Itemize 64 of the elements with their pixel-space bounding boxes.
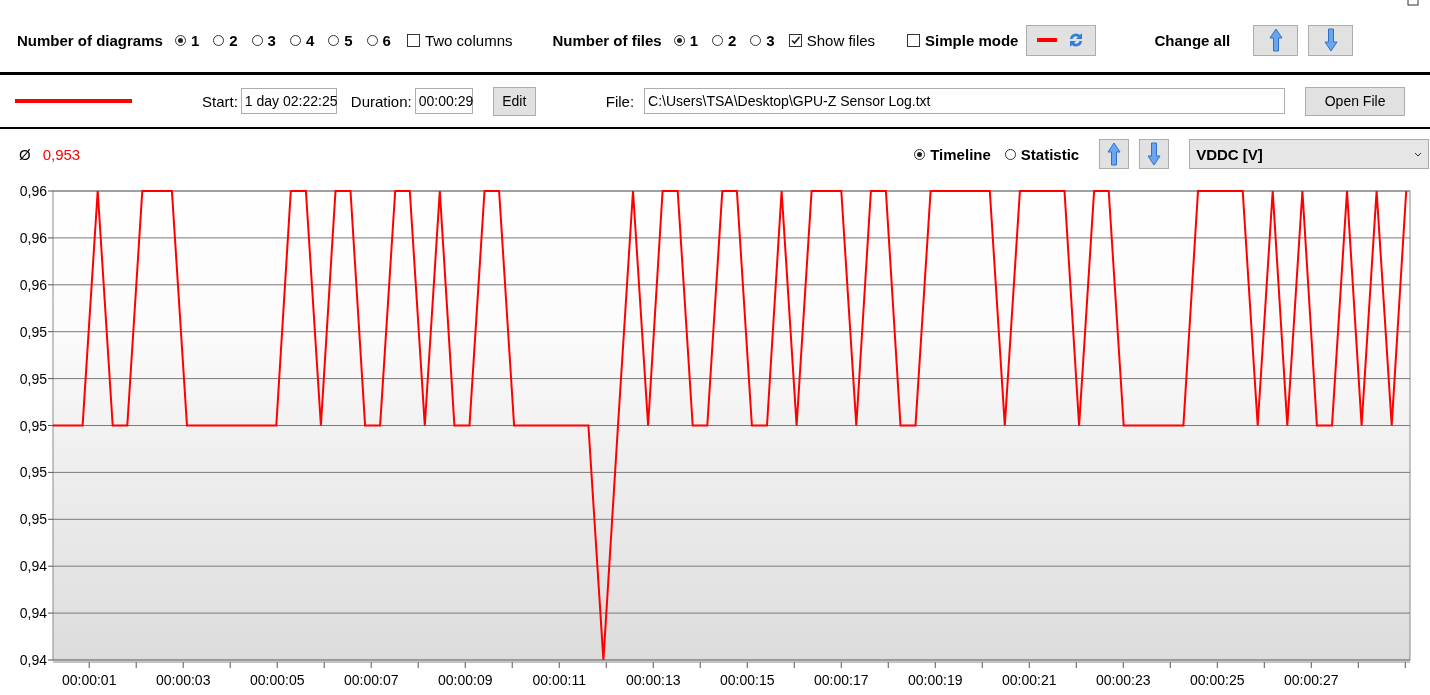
up-arrow-icon [1268,28,1283,52]
files-label: Number of files [552,31,662,49]
change-all-label: Change all [1154,31,1231,49]
start-label: Start: [202,92,238,110]
up-arrow-icon [1107,142,1122,166]
move-down-button[interactable] [1139,139,1170,169]
y-axis-label: 0,94 [19,652,47,668]
x-axis-label: 00:00:09 [437,672,493,688]
x-axis-label: 00:00:03 [155,672,211,688]
file-path-field[interactable]: C:\Users\TSA\Desktop\GPU-Z Sensor Log.txt [644,88,1286,114]
radio-option[interactable]: 1 [673,31,698,49]
y-axis-label: 0,95 [19,511,47,528]
x-axis-label: 00:00:23 [1096,672,1151,688]
checkbox[interactable]: Show files [788,31,876,49]
y-axis-label: 0,95 [19,464,47,481]
y-axis-label: 0,94 [19,558,47,575]
edit-button[interactable]: Edit [492,86,536,116]
radio-option[interactable]: 2 [712,31,737,49]
y-axis-label: 0,95 [19,323,47,340]
radio-option[interactable]: 2 [213,31,238,49]
y-axis-label: 0,95 [19,417,47,434]
x-axis-label: 00:00:07 [343,672,399,688]
radio-option[interactable]: 1 [174,31,200,49]
channel-dropdown[interactable]: VDDC [V] [1189,139,1430,169]
average-value: 0,953 [42,145,81,163]
checkbox[interactable]: Simple mode [907,31,1019,49]
x-axis-label: 00:00:01 [61,672,117,688]
x-axis-label: 00:00:05 [249,672,305,688]
radio-option[interactable]: 3 [251,31,276,49]
file-label: File: [605,92,635,110]
x-axis-label: 00:00:15 [720,672,775,688]
x-axis-label: 00:00:25 [1190,672,1245,688]
radio-option[interactable]: Timeline [914,145,991,163]
radio-option[interactable]: 6 [366,31,391,49]
start-field[interactable]: 1 day 02:22:25 [240,88,337,114]
y-axis-label: 0,94 [19,605,47,622]
x-axis-label: 00:00:19 [908,672,963,688]
down-arrow-icon [1323,28,1338,52]
x-axis-label: 00:00:11 [532,672,586,688]
radio-option[interactable]: 4 [289,31,315,49]
x-axis-label: 00:00:27 [1284,672,1339,688]
duration-field[interactable]: 00:00:29 [414,88,473,114]
y-axis-label: 0,96 [19,276,47,293]
open-file-button[interactable]: Open File [1305,86,1406,116]
move-down-button[interactable] [1308,24,1354,56]
line-style-button[interactable] [1026,24,1097,56]
x-axis-label: 00:00:21 [1002,672,1057,688]
duration-label: Duration: [350,92,412,110]
x-axis-label: 00:00:17 [814,672,869,688]
diagrams-label: Number of diagrams [17,31,163,49]
y-axis-label: 0,96 [19,229,47,246]
x-axis-label: 00:00:13 [626,672,681,688]
radio-option[interactable]: 5 [328,31,353,49]
average-symbol: Ø [19,145,31,163]
checkbox[interactable]: Two columns [406,31,513,49]
y-axis-label: 0,96 [19,183,47,199]
radio-option[interactable]: 3 [750,31,775,49]
line-color-icon [15,99,132,103]
move-up-button[interactable] [1253,24,1299,56]
move-up-button[interactable] [1099,139,1130,169]
chevron-icon [1414,151,1423,157]
y-axis-label: 0,95 [19,370,47,387]
radio-option[interactable]: Statistic [1004,145,1080,163]
down-arrow-icon [1147,142,1162,166]
